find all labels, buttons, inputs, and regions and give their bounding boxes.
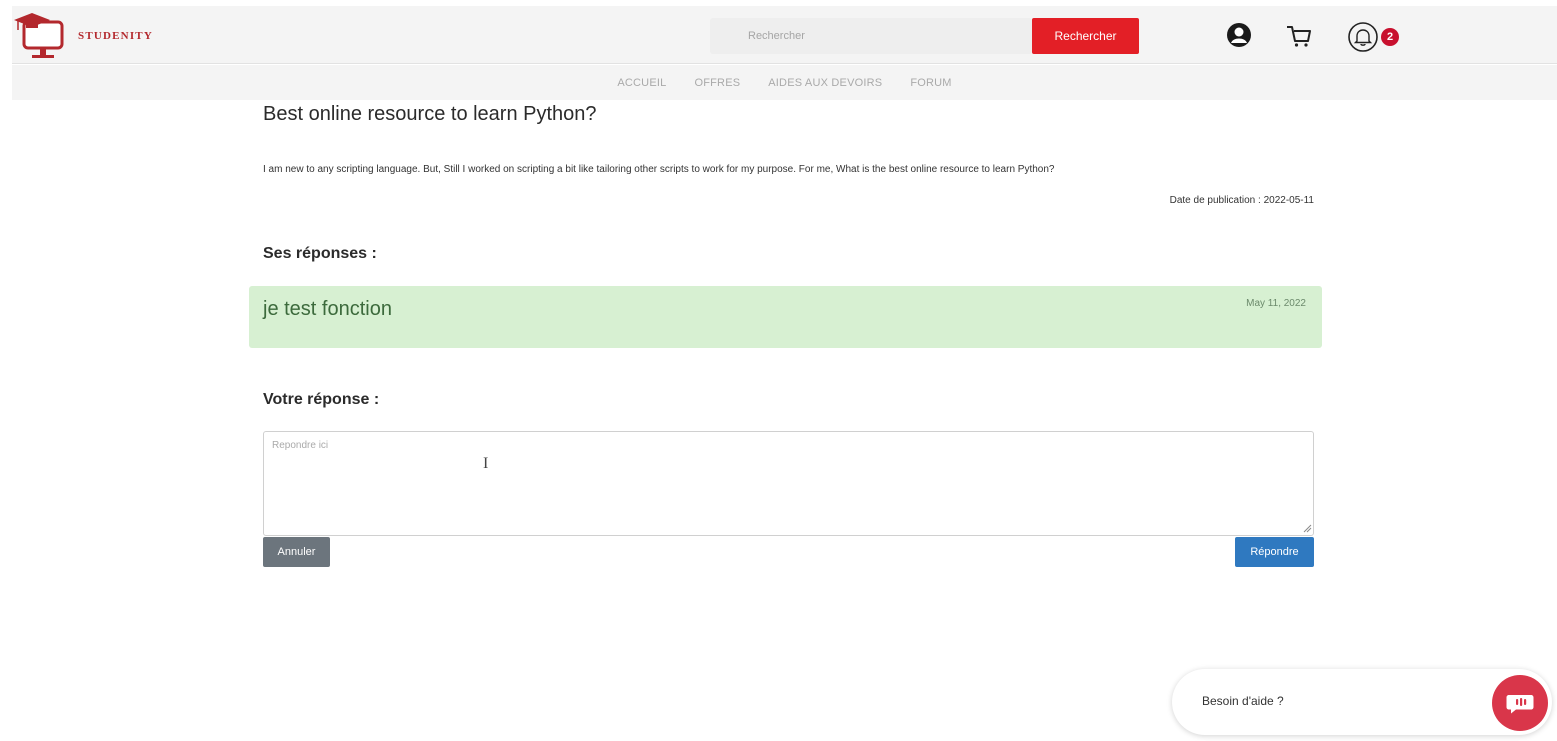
shopping-cart-icon[interactable] [1285, 22, 1313, 50]
text-cursor-icon: I [483, 455, 489, 472]
page: Studenity Rechercher 2 ACCUEIL OFFRES AI… [0, 0, 1557, 741]
search-button[interactable]: Rechercher [1032, 18, 1139, 54]
question-body: I am new to any scripting language. But,… [263, 164, 1055, 175]
help-label: Besoin d'aide ? [1202, 694, 1284, 708]
nav-item-offres[interactable]: OFFRES [694, 77, 740, 89]
question-title: Best online resource to learn Python? [263, 103, 597, 125]
reply-submit-button[interactable]: Répondre [1235, 537, 1314, 567]
answer-card: je test fonction May 11, 2022 [249, 286, 1322, 348]
nav-item-forum[interactable]: FORUM [910, 77, 951, 89]
nav-item-aides-aux-devoirs[interactable]: AIDES AUX DEVOIRS [768, 77, 882, 89]
resize-handle-icon[interactable] [1302, 523, 1312, 533]
reply-textarea[interactable] [263, 431, 1314, 536]
nav-item-accueil[interactable]: ACCUEIL [617, 77, 666, 89]
user-account-icon[interactable] [1226, 22, 1252, 48]
cancel-button[interactable]: Annuler [263, 537, 330, 567]
answer-date: May 11, 2022 [1246, 298, 1306, 309]
notification-count-badge: 2 [1381, 28, 1399, 46]
reply-section-title: Votre réponse : [263, 391, 380, 408]
main-nav: ACCUEIL OFFRES AIDES AUX DEVOIRS FORUM [12, 65, 1557, 100]
answers-section-title: Ses réponses : [263, 245, 377, 262]
search-input[interactable] [710, 18, 1032, 54]
notification-bell-icon[interactable] [1347, 21, 1379, 53]
answer-text: je test fonction [263, 298, 392, 320]
publication-date: Date de publication : 2022-05-11 [1169, 195, 1314, 206]
brand-name: Studenity [78, 30, 153, 42]
studenity-logo-icon[interactable] [12, 10, 74, 62]
chat-bubble-icon [1506, 695, 1534, 714]
chat-help-button[interactable] [1492, 675, 1548, 731]
